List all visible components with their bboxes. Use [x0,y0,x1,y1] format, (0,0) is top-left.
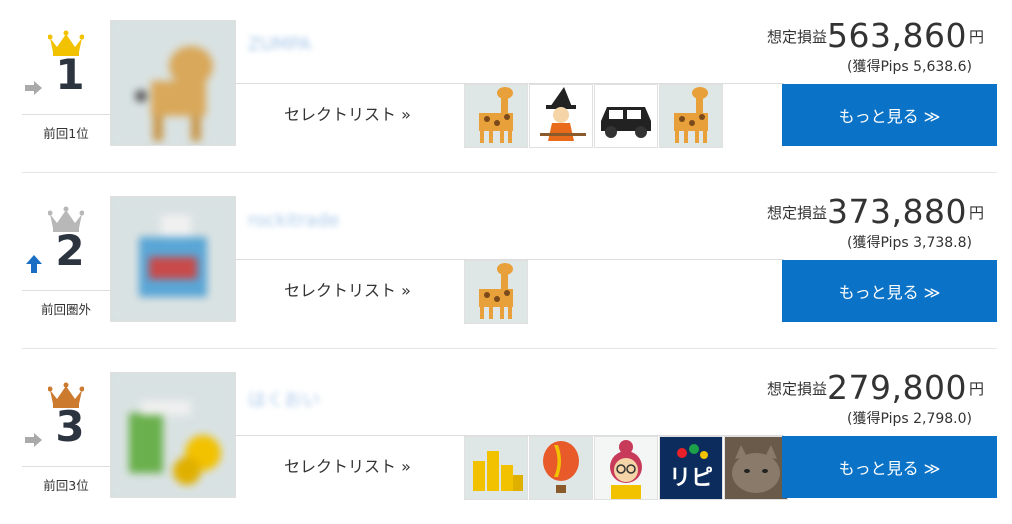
witch-icon[interactable] [529,84,593,148]
select-list-link[interactable]: セレクトリスト » [284,453,411,477]
profit-unit: 円 [968,380,984,398]
repeat-logo-icon[interactable]: リピ [659,436,723,500]
profit-label: 想定損益 [766,28,827,46]
rank-number: 2 [55,226,85,275]
trader-name[interactable]: ZUMPA [248,34,311,55]
trader-avatar[interactable] [110,196,236,322]
gold-coins-icon[interactable] [464,436,528,500]
trader-avatar[interactable] [110,20,236,146]
trader-name[interactable]: rockitrade [248,210,339,231]
selected-strategies [464,84,723,148]
money-avatar-icon [111,373,235,497]
rank-number: 1 [55,50,85,99]
pips-value: (獲得Pips 5,638.6) [846,59,972,75]
woman-glasses-icon[interactable] [594,436,658,500]
arrow-right-icon [25,81,42,95]
previous-rank: 前回1位 [22,114,110,142]
hot-air-balloon-icon[interactable] [529,436,593,500]
svg-text:リピ: リピ [669,466,713,491]
dog-avatar-icon [111,21,235,145]
selected-strategies: リピ [464,436,788,500]
arrow-up-icon [26,255,42,273]
ranking-row-1: 1 前回1位 ZUMPA セレクトリスト » 想定損益 563,860 円 (獲… [22,16,997,173]
rank-number: 3 [55,402,85,451]
more-button[interactable]: もっと見る ≫ [782,84,997,146]
pips-value: (獲得Pips 2,798.0) [846,411,972,427]
profit-value: 563,860 [827,16,967,55]
arrow-right-icon [25,433,42,447]
profit-label: 想定損益 [766,204,827,222]
row-separator [22,348,997,349]
select-list-link[interactable]: セレクトリスト » [284,277,411,301]
cat-photo-icon[interactable] [724,436,788,500]
ranking-row-3: 3 前回3位 はくおい セレクトリスト » リピ 想定損益 279,800 円 … [22,368,997,524]
giraffe-icon[interactable] [464,260,528,324]
profit-value: 279,800 [827,368,967,407]
row-separator [22,172,997,173]
rank-column: 3 前回3位 [22,374,110,497]
profit-label: 想定損益 [766,380,827,398]
profit-value: 373,880 [827,192,967,231]
car-icon[interactable] [594,84,658,148]
giraffe-icon[interactable] [464,84,528,148]
previous-rank: 前回3位 [22,466,110,494]
more-button[interactable]: もっと見る ≫ [782,436,997,498]
trader-avatar[interactable] [110,372,236,498]
more-button[interactable]: もっと見る ≫ [782,260,997,322]
rank-column: 2 前回圏外 [22,198,110,321]
profit-unit: 円 [968,28,984,46]
profit-unit: 円 [968,204,984,222]
selected-strategies [464,260,528,324]
trader-name[interactable]: はくおい [248,386,320,412]
giraffe-icon[interactable] [659,84,723,148]
previous-rank: 前回圏外 [22,290,110,318]
pips-value: (獲得Pips 3,738.8) [846,235,972,251]
select-list-link[interactable]: セレクトリスト » [284,101,411,125]
ranking-row-2: 2 前回圏外 rockitrade セレクトリスト » 想定損益 373,880… [22,192,997,349]
rank-column: 1 前回1位 [22,22,110,145]
building-avatar-icon [111,197,235,321]
